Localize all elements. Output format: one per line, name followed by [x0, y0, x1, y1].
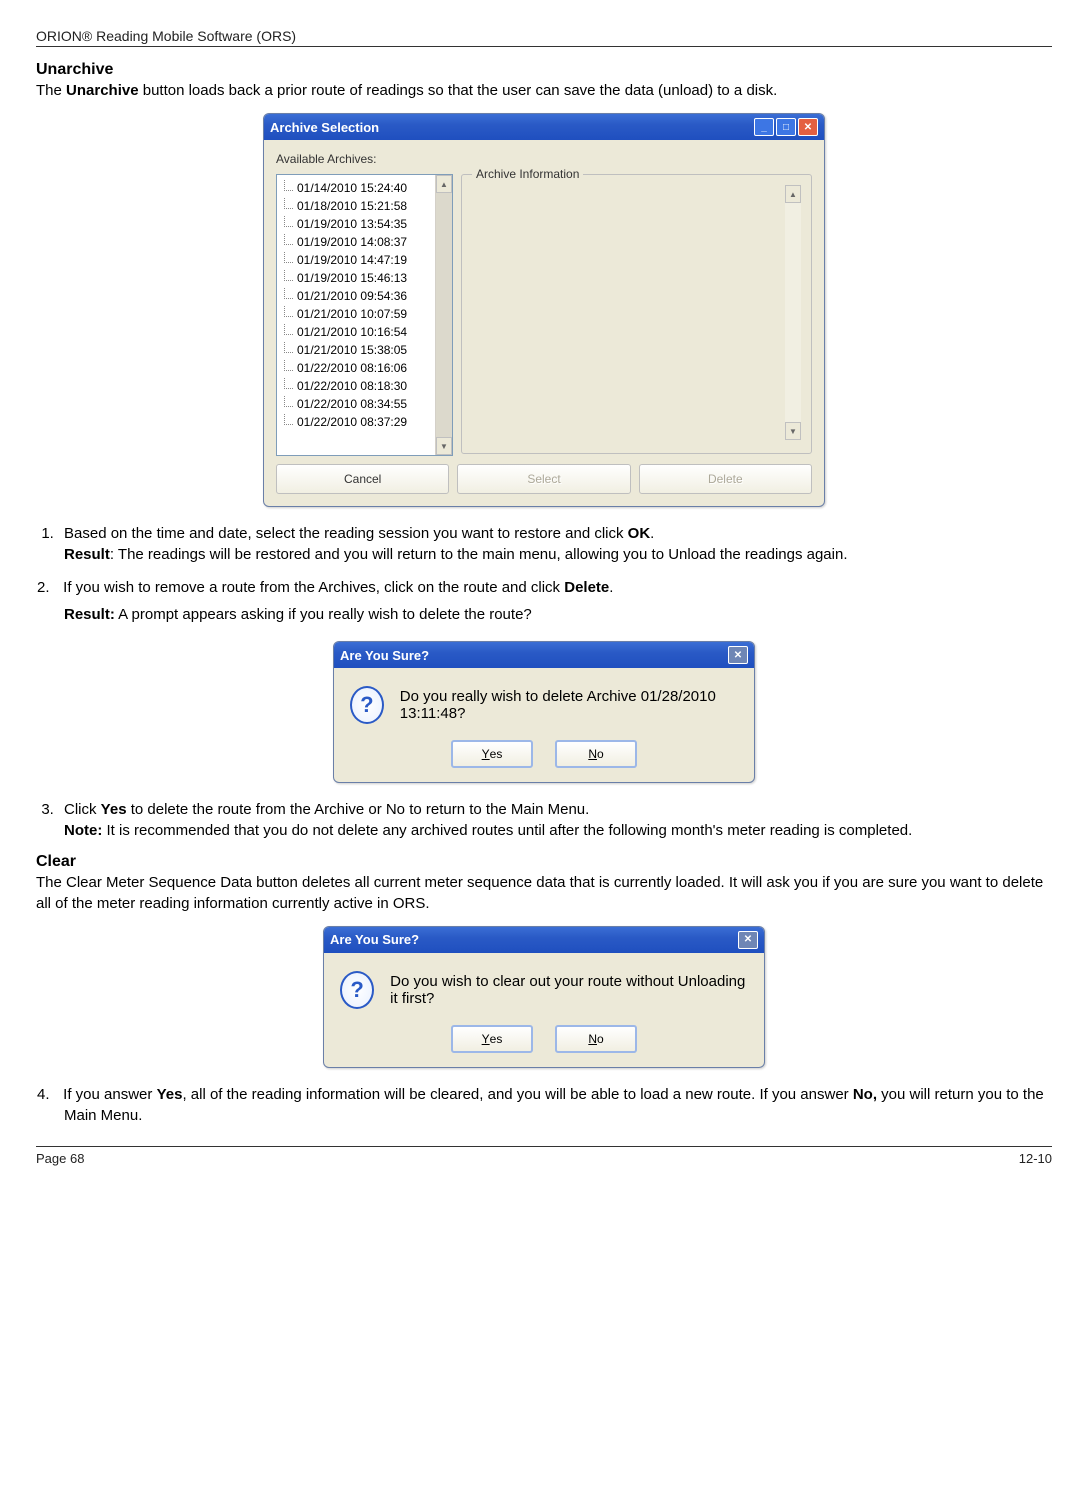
intro-post: button loads back a prior route of readi…: [139, 82, 778, 99]
scroll-up-icon[interactable]: ▲: [436, 175, 452, 193]
delete-confirm-dialog: Are You Sure? ✕ ? Do you really wish to …: [333, 641, 755, 783]
info-scrollbar[interactable]: ▲ ▼: [785, 185, 801, 440]
step1-result-label: Result: [64, 546, 110, 563]
clear-dialog-title: Are You Sure?: [330, 932, 419, 947]
close-icon[interactable]: ✕: [728, 646, 748, 664]
archive-list-item[interactable]: 01/19/2010 15:46:13: [281, 269, 431, 287]
footer-left: Page 68: [36, 1151, 84, 1166]
question-icon: ?: [340, 971, 374, 1009]
clear-dialog-message: Do you wish to clear out your route with…: [390, 973, 748, 1007]
step2-bold: Delete: [564, 579, 609, 596]
no-button[interactable]: No: [555, 1025, 637, 1053]
step4-pre: If you answer: [63, 1086, 156, 1103]
step-4: 4. If you answer Yes, all of the reading…: [64, 1084, 1052, 1126]
delete-dialog-titlebar: Are You Sure? ✕: [334, 642, 754, 668]
question-icon: ?: [350, 686, 384, 724]
clear-intro: The Clear Meter Sequence Data button del…: [36, 873, 1052, 914]
step4-mid: , all of the reading information will be…: [182, 1086, 852, 1103]
archive-list-item[interactable]: 01/22/2010 08:16:06: [281, 359, 431, 377]
step2-result-text: A prompt appears asking if you really wi…: [115, 606, 532, 623]
yes-rest: es: [490, 747, 503, 761]
clear-dialog-titlebar: Are You Sure? ✕: [324, 927, 764, 953]
archive-list-item[interactable]: 01/14/2010 15:24:40: [281, 179, 431, 197]
step4-number: 4.: [37, 1084, 59, 1105]
step3-bold: Yes: [101, 801, 127, 818]
archive-list-item[interactable]: 01/22/2010 08:37:29: [281, 413, 431, 431]
step-1: Based on the time and date, select the r…: [58, 523, 1052, 565]
step1-post: .: [650, 525, 654, 542]
step-3: Click Yes to delete the route from the A…: [58, 799, 1052, 841]
archive-titlebar: Archive Selection _ □ ✕: [264, 114, 824, 140]
close-icon[interactable]: ✕: [798, 118, 818, 136]
select-button[interactable]: Select: [457, 464, 630, 494]
archive-list-item[interactable]: 01/21/2010 09:54:36: [281, 287, 431, 305]
archive-selection-window: Archive Selection _ □ ✕ Available Archiv…: [263, 113, 825, 507]
intro-bold: Unarchive: [66, 82, 139, 99]
archive-list-item[interactable]: 01/19/2010 14:08:37: [281, 233, 431, 251]
no-button[interactable]: No: [555, 740, 637, 768]
yes-u: Y: [482, 747, 490, 761]
clear-confirm-dialog: Are You Sure? ✕ ? Do you wish to clear o…: [323, 926, 765, 1068]
step2-result: Result: A prompt appears asking if you r…: [64, 604, 1052, 625]
scroll-up-icon[interactable]: ▲: [785, 185, 801, 203]
no-rest: o: [597, 1032, 604, 1046]
yes-rest: es: [490, 1032, 503, 1046]
step3-note-text: It is recommended that you do not delete…: [102, 822, 912, 839]
archive-list-item[interactable]: 01/19/2010 14:47:19: [281, 251, 431, 269]
step2-result-label: Result:: [64, 606, 115, 623]
archive-list-item[interactable]: 01/22/2010 08:18:30: [281, 377, 431, 395]
yes-button[interactable]: Yes: [451, 1025, 533, 1053]
minimize-icon[interactable]: _: [754, 118, 774, 136]
intro-pre: The: [36, 82, 66, 99]
step-2: 2. If you wish to remove a route from th…: [64, 577, 1052, 598]
archive-list-item[interactable]: 01/21/2010 10:07:59: [281, 305, 431, 323]
archive-list-item[interactable]: 01/22/2010 08:34:55: [281, 395, 431, 413]
step4-bold1: Yes: [157, 1086, 183, 1103]
step3-note-label: Note:: [64, 822, 102, 839]
scroll-down-icon[interactable]: ▼: [436, 437, 452, 455]
delete-dialog-message: Do you really wish to delete Archive 01/…: [400, 688, 738, 722]
header-left: ORION® Reading Mobile Software (ORS): [36, 28, 296, 44]
step1-result-text: : The readings will be restored and you …: [110, 546, 848, 563]
unarchive-heading: Unarchive: [36, 61, 1052, 79]
step2-post: .: [609, 579, 613, 596]
yes-button[interactable]: Yes: [451, 740, 533, 768]
step1-pre: Based on the time and date, select the r…: [64, 525, 628, 542]
step3-pre: Click: [64, 801, 101, 818]
step1-bold: OK: [628, 525, 651, 542]
scroll-down-icon[interactable]: ▼: [785, 422, 801, 440]
no-rest: o: [597, 747, 604, 761]
available-archives-label: Available Archives:: [276, 152, 812, 166]
no-u: N: [588, 747, 597, 761]
archive-list-item[interactable]: 01/18/2010 15:21:58: [281, 197, 431, 215]
step2-pre: If you wish to remove a route from the A…: [63, 579, 564, 596]
no-u: N: [588, 1032, 597, 1046]
archive-info-label: Archive Information: [472, 167, 583, 181]
footer-right: 12-10: [1019, 1151, 1052, 1166]
archive-list-item[interactable]: 01/21/2010 15:38:05: [281, 341, 431, 359]
clear-heading: Clear: [36, 853, 1052, 871]
close-icon[interactable]: ✕: [738, 931, 758, 949]
step3-post: to delete the route from the Archive or …: [127, 801, 590, 818]
archive-info-group: Archive Information ▲ ▼: [461, 174, 812, 454]
archive-window-title: Archive Selection: [270, 120, 379, 135]
delete-button[interactable]: Delete: [639, 464, 812, 494]
maximize-icon[interactable]: □: [776, 118, 796, 136]
step2-number: 2.: [37, 577, 59, 598]
scroll-thumb[interactable]: [436, 193, 452, 437]
yes-u: Y: [482, 1032, 490, 1046]
delete-dialog-title: Are You Sure?: [340, 648, 429, 663]
step4-bold2: No,: [853, 1086, 877, 1103]
header-rule: [36, 46, 1052, 47]
archive-list-item[interactable]: 01/21/2010 10:16:54: [281, 323, 431, 341]
cancel-button[interactable]: Cancel: [276, 464, 449, 494]
unarchive-intro: The Unarchive button loads back a prior …: [36, 81, 1052, 101]
archive-listbox[interactable]: 01/14/2010 15:24:4001/18/2010 15:21:5801…: [276, 174, 453, 456]
scrollbar[interactable]: ▲ ▼: [435, 175, 452, 455]
archive-list-item[interactable]: 01/19/2010 13:54:35: [281, 215, 431, 233]
